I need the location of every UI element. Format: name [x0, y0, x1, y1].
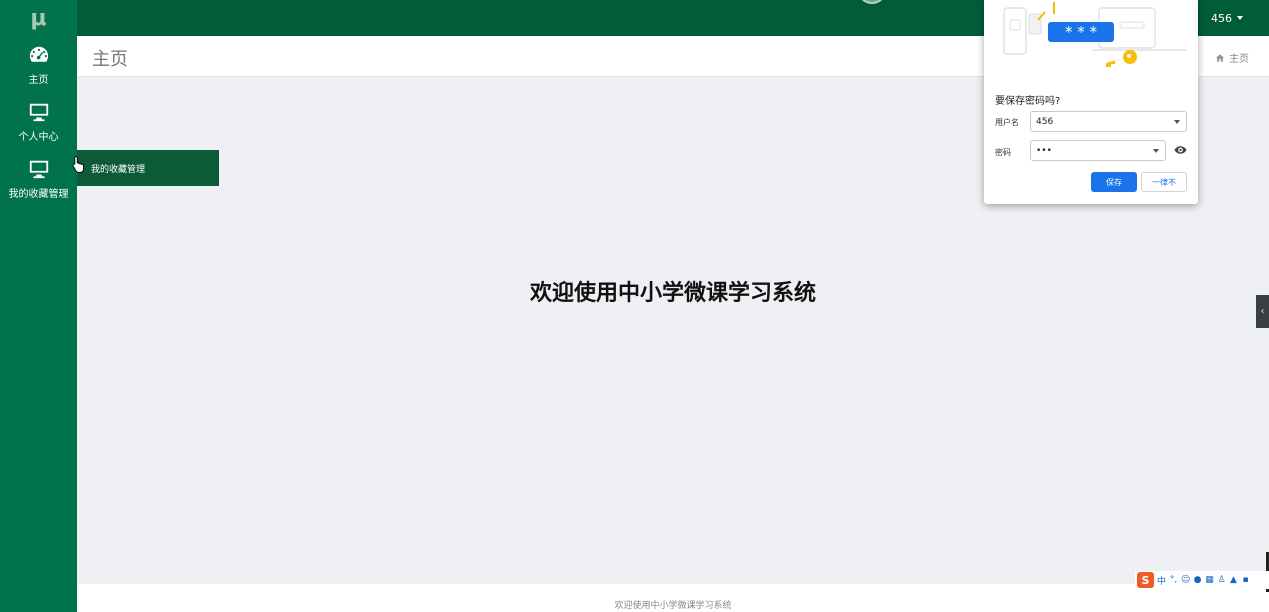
- never-button[interactable]: 一律不: [1141, 172, 1187, 192]
- shirt-icon[interactable]: ▲: [1229, 575, 1238, 585]
- caret-down-icon: [1237, 16, 1243, 20]
- sidebar: μ 主页 个人中心 我的收藏管理: [0, 0, 77, 612]
- password-illustration-icon: * * *: [1003, 2, 1186, 67]
- username: 456: [1211, 11, 1232, 25]
- keyboard-icon[interactable]: ▦: [1205, 575, 1214, 585]
- avatar: [857, 0, 887, 4]
- save-button[interactable]: 保存: [1091, 172, 1137, 192]
- password-select[interactable]: •••: [1030, 140, 1166, 161]
- hand-cursor-icon: [72, 156, 84, 173]
- masked-password-text: * * *: [1065, 23, 1098, 41]
- sogou-logo-icon[interactable]: S: [1137, 572, 1154, 588]
- page-title: 主页: [92, 49, 128, 70]
- eye-icon[interactable]: [1174, 145, 1187, 155]
- ime-punctuation[interactable]: °,: [1169, 575, 1178, 585]
- username-select[interactable]: 456: [1030, 111, 1187, 132]
- footer: 欢迎使用中小学微课学习系统: [77, 584, 1269, 612]
- user-icon[interactable]: ♙: [1217, 575, 1226, 585]
- breadcrumb[interactable]: 主页: [1215, 50, 1249, 65]
- home-icon: [1215, 53, 1225, 62]
- breadcrumb-label: 主页: [1229, 54, 1249, 65]
- sidebar-item-label: 主页: [28, 74, 49, 86]
- ime-toolbar: S 中 °, ☺ ● ▦ ♙ ▲ ▪: [1135, 571, 1269, 589]
- grid-icon[interactable]: ▪: [1241, 575, 1250, 585]
- password-label: 密码: [995, 148, 1011, 157]
- sidebar-item-label: 我的收藏管理: [8, 188, 69, 200]
- chevron-left-icon: ‹: [1260, 306, 1265, 317]
- welcome-heading: 欢迎使用中小学微课学习系统: [529, 281, 816, 306]
- dashboard-icon: [29, 46, 48, 62]
- sidebar-tooltip: 我的收藏管理: [77, 150, 219, 186]
- sidebar-item-label: 个人中心: [18, 131, 59, 143]
- emoji-icon[interactable]: ☺: [1181, 575, 1190, 585]
- collapse-handle[interactable]: ‹: [1256, 295, 1269, 328]
- password-value: •••: [1036, 145, 1052, 156]
- microphone-icon[interactable]: ●: [1193, 575, 1202, 585]
- username-value: 456: [1036, 116, 1054, 127]
- dropdown-arrow-icon: [1174, 120, 1180, 124]
- sidebar-item-home[interactable]: 主页: [0, 36, 77, 93]
- user-menu[interactable]: 456: [1211, 0, 1243, 36]
- sidebar-item-favorites[interactable]: 我的收藏管理: [0, 150, 77, 207]
- save-password-question: 要保存密码吗?: [995, 96, 1061, 107]
- username-label: 用户名: [995, 118, 1019, 127]
- save-password-dialog: * * * 要保存密码吗? 用户名 456 密码 ••• 保存 一律不: [984, 0, 1198, 204]
- sidebar-item-profile[interactable]: 个人中心: [0, 93, 77, 150]
- dropdown-arrow-icon: [1153, 149, 1159, 153]
- monitor-icon: [29, 103, 48, 121]
- tooltip-text: 我的收藏管理: [91, 164, 146, 175]
- monitor-icon: [29, 160, 48, 178]
- app-logo[interactable]: μ: [0, 0, 77, 36]
- footer-text: 欢迎使用中小学微课学习系统: [614, 601, 732, 611]
- ime-mode-label[interactable]: 中: [1157, 575, 1166, 587]
